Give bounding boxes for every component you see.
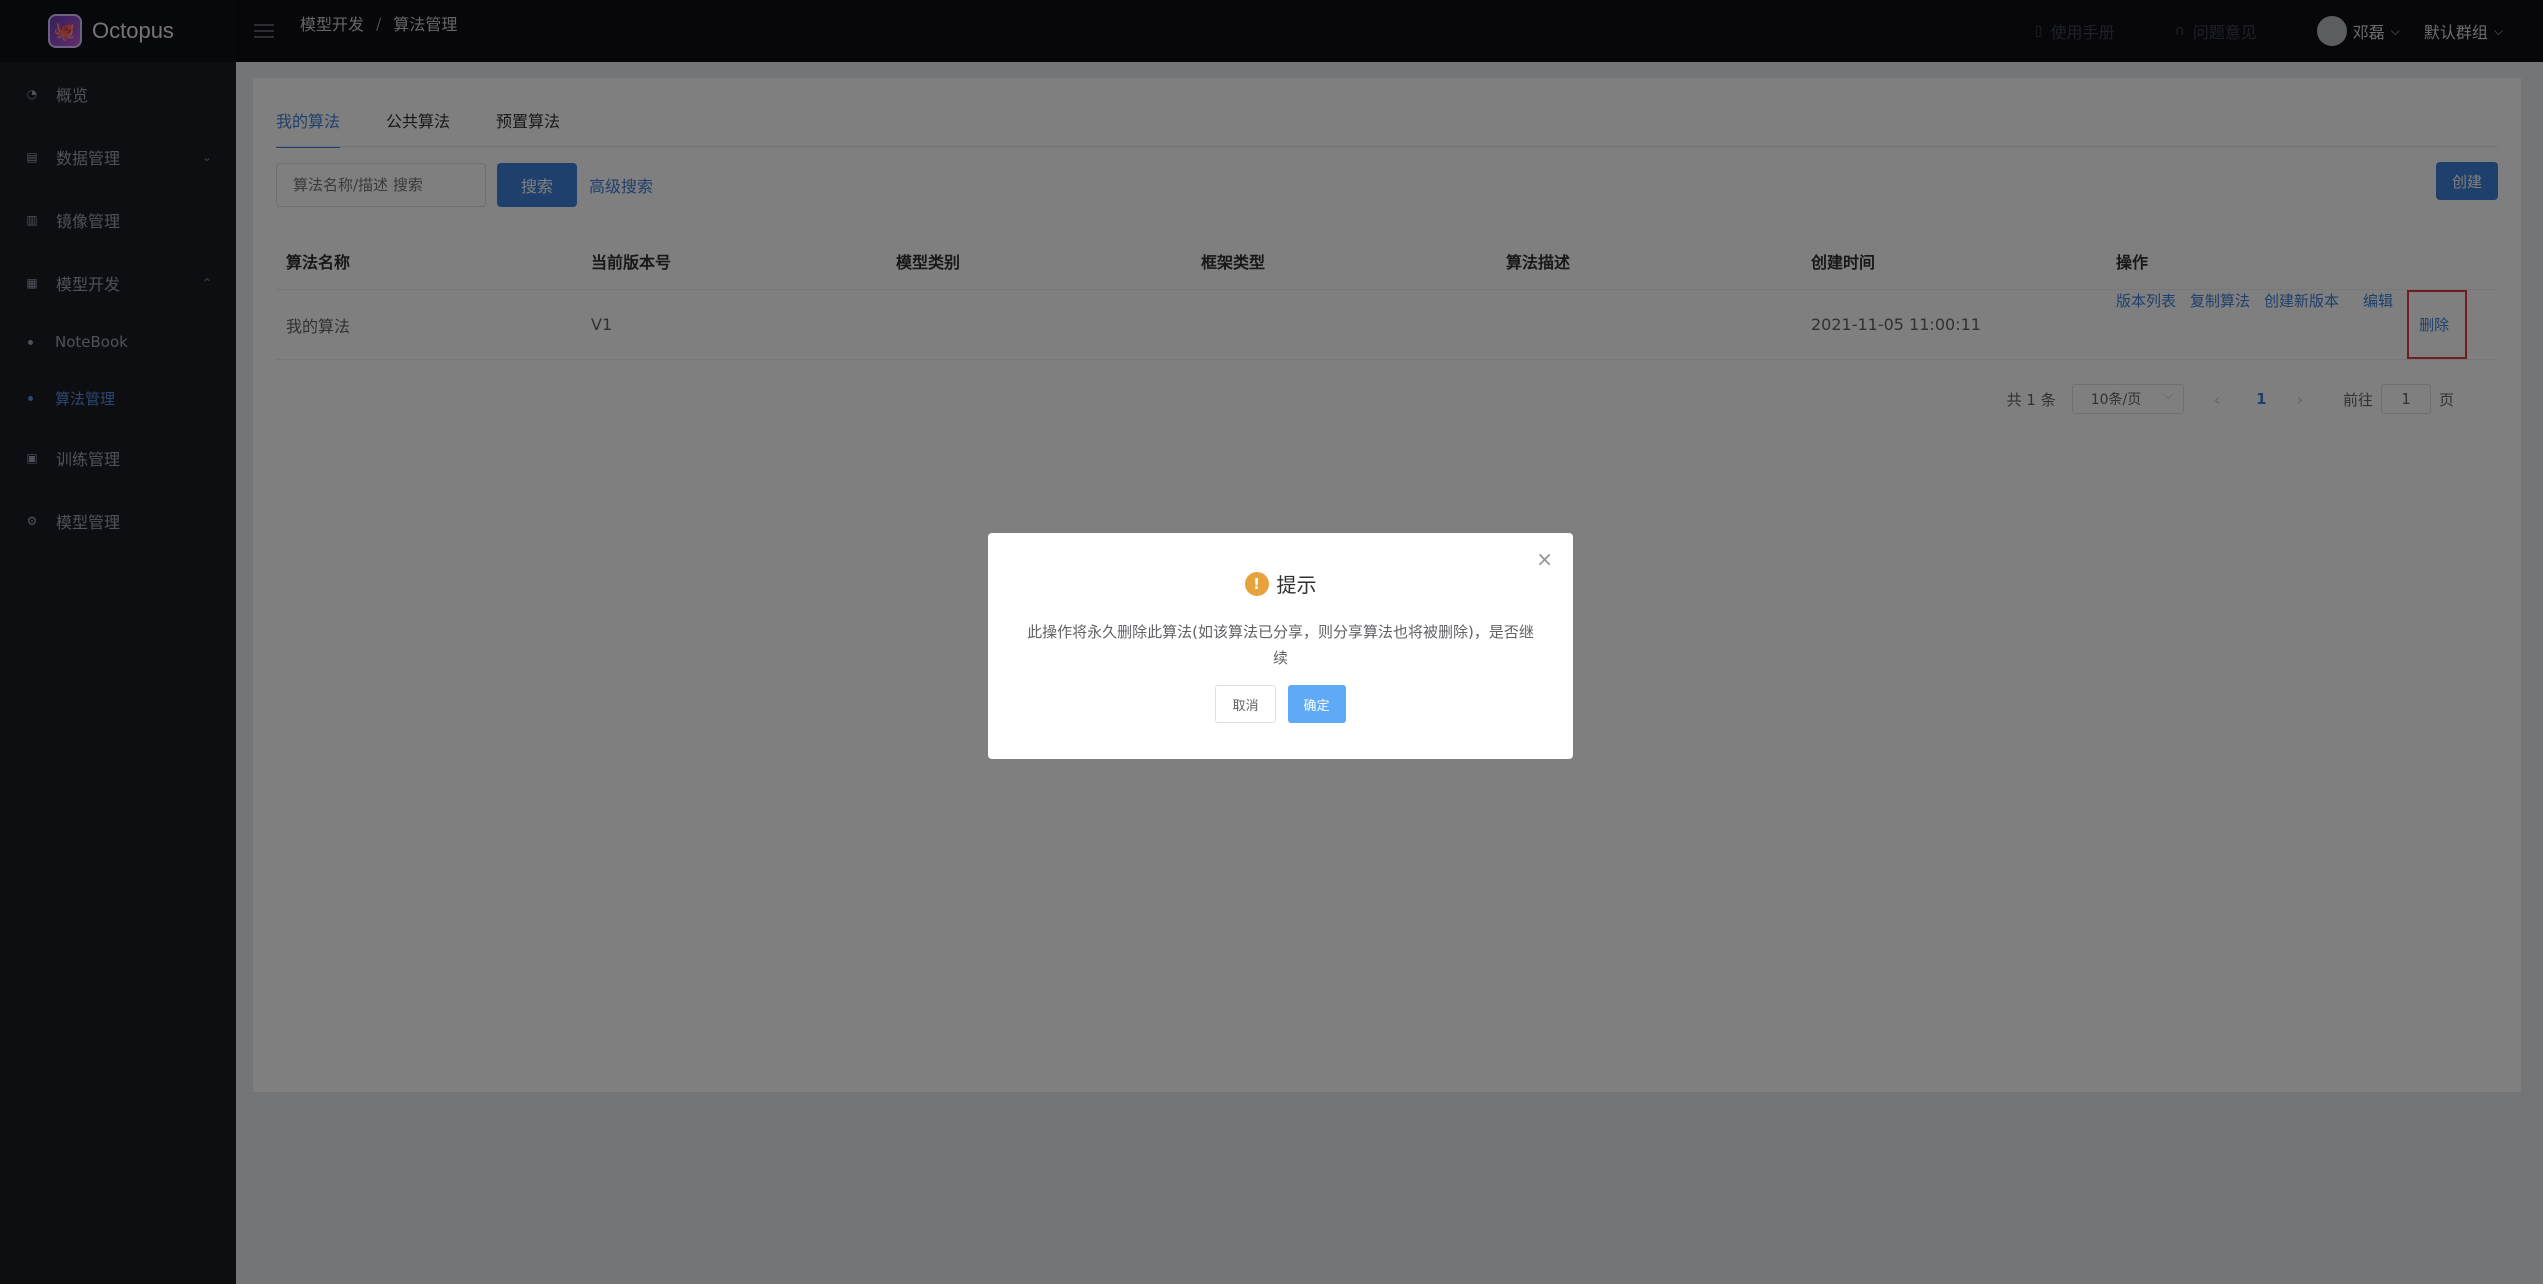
- warning-icon: !: [1244, 571, 1269, 596]
- confirm-dialog: × ! 提示 此操作将永久删除此算法(如该算法已分享，则分享算法也将被删除)，是…: [988, 533, 1573, 759]
- cancel-button[interactable]: 取消: [1215, 685, 1276, 723]
- close-icon[interactable]: ×: [1536, 547, 1553, 571]
- dialog-title: ! 提示: [988, 569, 1573, 598]
- dialog-message: 此操作将永久删除此算法(如该算法已分享，则分享算法也将被删除)，是否继续: [1027, 623, 1534, 667]
- confirm-button[interactable]: 确定: [1287, 685, 1346, 723]
- dialog-title-text: 提示: [1276, 573, 1317, 597]
- dialog-buttons: 取消 确定: [988, 685, 1573, 723]
